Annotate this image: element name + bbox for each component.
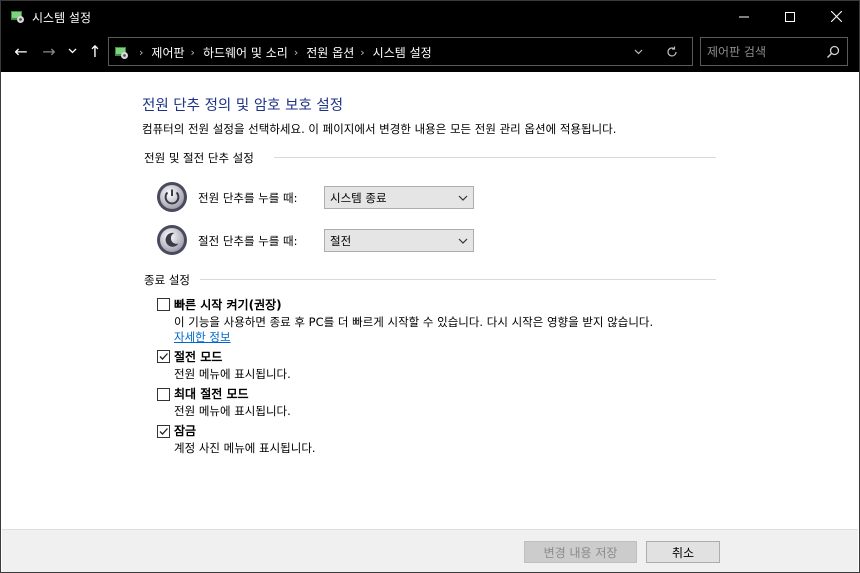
hibernate-label[interactable]: 최대 절전 모드 [174,385,249,402]
arrow-up-icon: ↑ [88,41,102,61]
shutdown-section-title: 종료 설정 [144,273,190,287]
breadcrumb-separator-icon[interactable]: › [191,46,195,59]
minimize-button[interactable] [721,1,767,32]
sleep-mode-description: 전원 메뉴에 표시됩니다. [174,367,291,381]
minimize-icon [739,16,749,17]
up-button[interactable]: ↑ [85,40,105,62]
address-bar[interactable]: › 제어판 › 하드웨어 및 소리 › 전원 옵션 › 시스템 설정 [108,37,693,66]
sleep-button-label: 절전 단추를 누를 때: [198,234,298,248]
chevron-down-icon [458,238,468,244]
breadcrumb: › 제어판 › 하드웨어 및 소리 › 전원 옵션 › 시스템 설정 [133,44,432,61]
power-button-icon [157,182,187,212]
refresh-button[interactable] [661,42,683,62]
footer-bar: 변경 내용 저장 취소 [2,529,858,572]
page-title: 전원 단추 정의 및 암호 보호 설정 [142,98,344,114]
maximize-button[interactable] [767,1,813,32]
chevron-down-icon [634,49,642,55]
back-button[interactable]: ← [11,40,31,62]
section-divider [274,157,716,158]
hibernate-checkbox[interactable] [157,388,170,401]
main-content: 전원 단추 정의 및 암호 보호 설정 컴퓨터의 전원 설정을 선택하세요. 이… [2,72,858,529]
save-changes-button[interactable]: 변경 내용 저장 [524,541,637,563]
power-button-label: 전원 단추를 누를 때: [198,191,298,205]
control-panel-icon [115,47,128,59]
checkbox-check-icon [159,353,168,360]
title-bar[interactable]: 시스템 설정 [1,1,859,32]
system-settings-window: 시스템 설정 ← → ↑ › 제어판 › 하드웨어 및 소리 › 전원 옵션 ›… [0,0,860,573]
arrow-right-icon: → [42,41,56,61]
breadcrumb-item-hardware-sound[interactable]: 하드웨어 및 소리 [203,44,288,61]
sleep-mode-label[interactable]: 절전 모드 [174,348,222,365]
checkbox-check-icon [159,428,168,435]
window-title: 시스템 설정 [32,11,92,25]
forward-button[interactable]: → [39,40,59,62]
sleep-button-action-value: 절전 [330,234,352,248]
control-panel-icon [11,11,24,23]
chevron-down-icon [68,48,76,54]
close-icon [830,11,842,22]
lock-label[interactable]: 잠금 [174,422,196,439]
recent-locations-button[interactable] [65,40,79,62]
page-description: 컴퓨터의 전원 설정을 선택하세요. 이 페이지에서 변경한 내용은 모든 전원… [142,122,617,136]
fast-startup-description: 이 기능을 사용하면 종료 후 PC를 더 빠르게 시작할 수 있습니다. 다시… [174,315,654,329]
chevron-down-icon [458,195,468,201]
refresh-icon [667,46,677,57]
fast-startup-label[interactable]: 빠른 시작 켜기(권장) [174,296,282,313]
more-info-link[interactable]: 자세한 정보 [174,329,231,345]
search-icon[interactable] [825,44,841,60]
hibernate-description: 전원 메뉴에 표시됩니다. [174,404,291,418]
sleep-mode-checkbox[interactable] [157,350,170,363]
cancel-button[interactable]: 취소 [646,541,720,563]
breadcrumb-item-control-panel[interactable]: 제어판 [151,44,184,61]
sleep-button-action-select[interactable]: 절전 [324,229,474,252]
search-box[interactable] [700,37,848,66]
power-section-title: 전원 및 절전 단추 설정 [144,151,254,165]
lock-description: 계정 사진 메뉴에 표시됩니다. [174,441,316,455]
address-toolbar: ← → ↑ › 제어판 › 하드웨어 및 소리 › 전원 옵션 › 시스템 설정… [1,32,859,72]
breadcrumb-item-power-options[interactable]: 전원 옵션 [306,44,354,61]
address-history-button[interactable] [629,43,647,61]
breadcrumb-item-system-settings[interactable]: 시스템 설정 [373,44,432,61]
sleep-button-icon [157,225,187,255]
section-divider [200,279,716,280]
arrow-left-icon: ← [14,41,28,61]
power-button-action-value: 시스템 종료 [330,191,387,205]
breadcrumb-separator-icon[interactable]: › [294,46,298,59]
lock-checkbox[interactable] [157,425,170,438]
search-input[interactable] [707,43,819,61]
breadcrumb-separator-icon[interactable]: › [360,46,364,59]
power-button-action-select[interactable]: 시스템 종료 [324,186,474,209]
maximize-icon [785,11,795,22]
close-button[interactable] [813,1,859,32]
breadcrumb-separator-icon[interactable]: › [139,46,143,59]
fast-startup-checkbox[interactable] [157,298,170,311]
